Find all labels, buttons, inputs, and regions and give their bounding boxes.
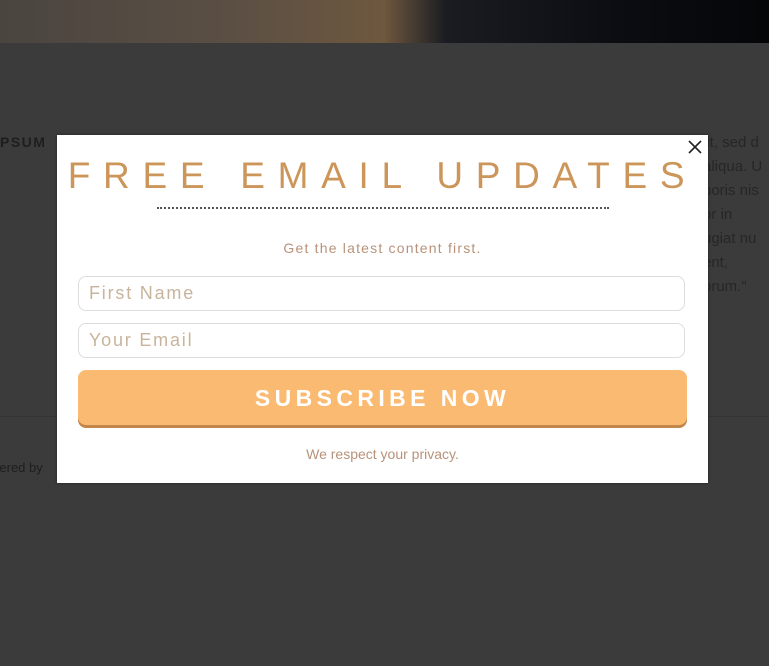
background-line: lit, sed d [703, 134, 759, 151]
privacy-note: We respect your privacy. [306, 446, 459, 462]
background-line: orum." [703, 278, 747, 295]
email-field[interactable] [78, 323, 685, 358]
first-name-field[interactable] [78, 276, 685, 311]
background-line: aliqua. U [703, 158, 763, 175]
email-signup-popup: FREE EMAIL UPDATES Get the latest conten… [57, 135, 708, 483]
background-line: boris nis [703, 182, 759, 199]
background-line: or in [703, 206, 733, 223]
dotted-divider [157, 207, 609, 209]
subscribe-button[interactable]: SUBSCRIBE NOW [78, 370, 687, 425]
background-line: ugiat nu [703, 230, 757, 247]
footer-credit: wered by [0, 460, 43, 475]
hero-banner [0, 0, 769, 43]
background-line: ent, [703, 254, 729, 271]
popup-subtitle: Get the latest content first. [283, 240, 482, 256]
background-heading: PSUM [0, 134, 47, 150]
popup-title: FREE EMAIL UPDATES [67, 155, 698, 196]
close-button[interactable] [686, 138, 704, 156]
close-icon [688, 140, 702, 154]
background-body-text: lit, sed d aliqua. U boris nis or in ugi… [703, 134, 769, 302]
